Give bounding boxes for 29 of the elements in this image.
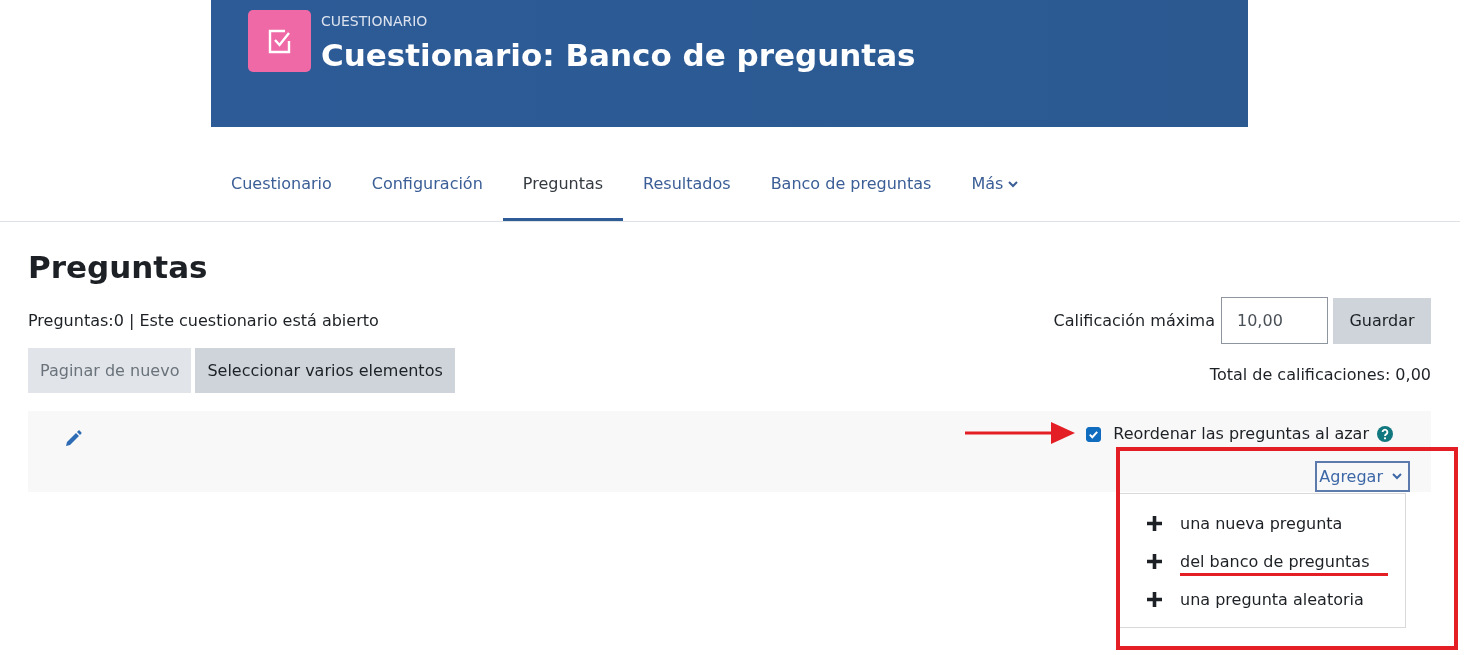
- menu-item[interactable]: una pregunta aleatoria: [1119, 580, 1405, 618]
- add-dropdown-button[interactable]: Agregar: [1315, 461, 1410, 492]
- status-text: Preguntas:0 | Este cuestionario está abierto: [28, 310, 380, 332]
- chevron-down-icon: [1008, 180, 1019, 188]
- nav-tab[interactable]: Banco de preguntas: [750, 148, 952, 221]
- plus-icon: [1147, 591, 1162, 607]
- nav-dropdown-tab[interactable]: Más: [951, 148, 1039, 221]
- nav-tab[interactable]: Configuración: [351, 148, 503, 221]
- pencil-icon[interactable]: [65, 430, 82, 447]
- checkbox[interactable]: [1086, 426, 1102, 442]
- page-heading: Preguntas: [28, 248, 209, 287]
- field-label: Calificación máxima: [1053, 311, 1215, 330]
- checkbox-label[interactable]: Reordenar las preguntas al azar: [1113, 423, 1369, 445]
- context-label: CUESTIONARIO: [321, 13, 429, 29]
- plus-icon: [1147, 515, 1162, 531]
- checked-square-icon: [248, 10, 311, 72]
- help-icon[interactable]: [1377, 426, 1393, 442]
- chevron-down-icon: [1392, 473, 1402, 480]
- menu-item[interactable]: del banco de preguntas: [1119, 542, 1405, 580]
- action-button[interactable]: Seleccionar varios elementos: [195, 348, 455, 393]
- nav-tab[interactable]: Resultados: [623, 148, 751, 221]
- page-title: Cuestionario: Banco de preguntas: [321, 36, 916, 74]
- total-text: Total de calificaciones: 0,00: [1209, 364, 1431, 386]
- grade-field[interactable]: 10,00: [1221, 297, 1328, 344]
- nav-tab[interactable]: Preguntas: [502, 148, 624, 221]
- nav-tab[interactable]: Cuestionario: [211, 148, 352, 221]
- menu-item[interactable]: una nueva pregunta: [1119, 504, 1405, 542]
- plus-icon: [1147, 553, 1162, 569]
- save-button[interactable]: Guardar: [1333, 297, 1431, 344]
